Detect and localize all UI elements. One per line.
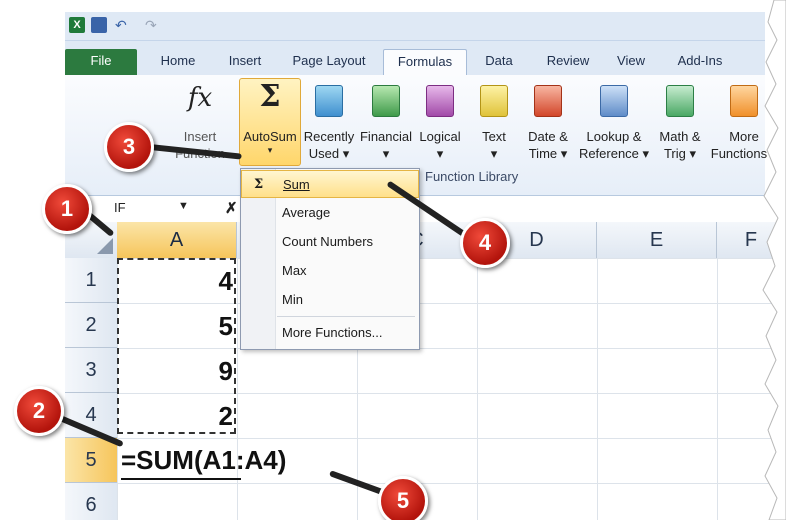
callout-2: 2 — [14, 386, 64, 436]
tab-formulas[interactable]: Formulas — [383, 49, 467, 76]
recently-used-button[interactable]: Recently Used ▾ — [301, 75, 357, 165]
tab-add-ins[interactable]: Add-Ins — [667, 49, 733, 75]
callout-5: 5 — [378, 476, 428, 520]
tab-file[interactable]: File — [65, 49, 137, 75]
tab-view[interactable]: View — [605, 49, 657, 75]
torn-edge-decoration — [762, 0, 786, 520]
chevron-down-icon: ▾ — [267, 145, 273, 155]
lookup-reference-button[interactable]: Lookup & Reference ▾ — [576, 75, 652, 165]
tab-page-layout[interactable]: Page Layout — [280, 49, 378, 75]
callout-1: 1 — [42, 184, 92, 234]
cancel-icon[interactable]: ✗ — [225, 199, 238, 217]
menu-item-min-label: Min — [282, 292, 303, 307]
book-money-icon — [372, 85, 400, 117]
fx-icon: fx — [187, 83, 213, 113]
text-label: Text ▾ — [482, 129, 506, 161]
menu-item-average-label: Average — [282, 205, 331, 220]
sigma-icon: Σ — [259, 79, 281, 114]
date-time-button[interactable]: Date & Time ▾ — [521, 75, 575, 165]
math-trig-label: Math & Trig ▾ — [659, 129, 701, 161]
menu-item-average[interactable]: Average — [241, 199, 419, 227]
logical-button[interactable]: Logical ▾ — [415, 75, 465, 165]
worksheet-grid: A B C D E F 1 2 3 4 5 6 4 5 9 2 =SUM(A1:… — [65, 222, 786, 520]
autosum-label: AutoSum — [243, 129, 297, 144]
row-header-1[interactable]: 1 — [65, 258, 118, 303]
name-box-dropdown-icon[interactable]: ▼ — [178, 200, 189, 212]
lookup-reference-label: Lookup & Reference ▾ — [578, 129, 650, 161]
row-header-6[interactable]: 6 — [65, 483, 118, 520]
recently-used-label: Recently Used ▾ — [303, 129, 355, 161]
menu-separator — [277, 316, 415, 317]
select-all-triangle-icon — [97, 238, 113, 254]
save-icon[interactable] — [91, 17, 107, 33]
menu-item-min[interactable]: Min — [241, 286, 419, 314]
undo-icon[interactable]: ↶ — [115, 17, 131, 33]
date-time-label: Date & Time ▾ — [528, 129, 568, 161]
tab-review[interactable]: Review — [533, 49, 603, 75]
ribbon-tabs: File Home Insert Page Layout Formulas Da… — [65, 41, 765, 76]
sigma-small-icon: Σ — [254, 177, 264, 192]
financial-button[interactable]: Financial ▾ — [357, 75, 415, 165]
selection-marquee — [117, 258, 236, 434]
menu-item-sum-label: Sum — [283, 177, 310, 192]
tab-data[interactable]: Data — [471, 49, 527, 75]
book-calendar-icon — [534, 85, 562, 117]
text-button[interactable]: Text ▾ — [471, 75, 517, 165]
row-header-3[interactable]: 3 — [65, 348, 118, 393]
menu-item-max-label: Max — [282, 263, 307, 278]
callout-4: 4 — [460, 218, 510, 268]
title-bar: X ↶ ↷ — [65, 12, 765, 41]
row-header-5[interactable]: 5 — [65, 438, 118, 483]
book-a-icon — [480, 85, 508, 117]
menu-item-more-functions-label: More Functions... — [282, 325, 383, 340]
menu-item-count-label: Count Numbers — [282, 234, 374, 249]
row-header-2[interactable]: 2 — [65, 303, 118, 348]
function-library-label: Function Library — [425, 169, 519, 184]
menu-item-more-functions[interactable]: More Functions... — [241, 319, 419, 347]
redo-icon[interactable]: ↷ — [145, 17, 161, 33]
tab-insert[interactable]: Insert — [215, 49, 275, 75]
logical-label: Logical ▾ — [419, 129, 461, 161]
book-theta-icon — [666, 85, 694, 117]
column-header-e[interactable]: E — [597, 222, 717, 259]
cell-a5-formula[interactable]: =SUM(A1:A4) — [121, 440, 286, 480]
column-header-a[interactable]: A — [117, 222, 237, 259]
excel-app-icon: X — [69, 17, 85, 33]
book-search-icon — [600, 85, 628, 117]
books-icon — [730, 85, 758, 117]
autosum-menu: Σ Sum Average Count Numbers Max Min More… — [240, 168, 420, 350]
callout-3: 3 — [104, 122, 154, 172]
menu-item-count-numbers[interactable]: Count Numbers — [241, 228, 419, 256]
autosum-button[interactable]: Σ AutoSum ▾ — [239, 75, 301, 165]
book-question-icon — [426, 85, 454, 117]
a5-underline — [121, 478, 241, 480]
financial-label: Financial ▾ — [359, 129, 413, 161]
math-trig-button[interactable]: Math & Trig ▾ — [654, 75, 706, 165]
book-star-icon — [315, 85, 343, 117]
excel-window: X ↶ ↷ File Home Insert Page Layout Formu… — [0, 0, 786, 520]
tab-home[interactable]: Home — [145, 49, 211, 75]
menu-item-max[interactable]: Max — [241, 257, 419, 285]
